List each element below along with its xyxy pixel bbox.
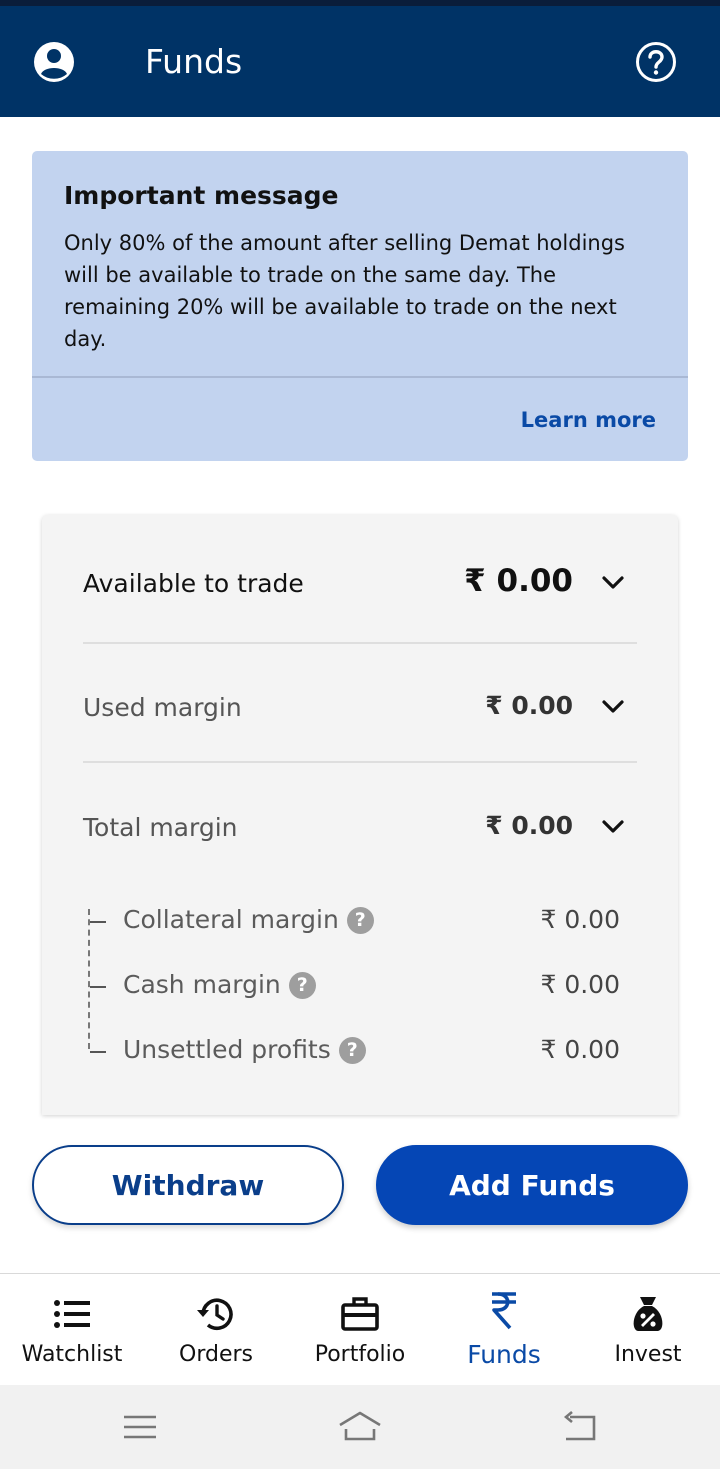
- available-to-trade-label: Available to trade: [83, 569, 304, 598]
- nav-label-invest: Invest: [576, 1342, 720, 1367]
- total-margin-row[interactable]: Total margin ₹ 0.00: [83, 809, 637, 849]
- learn-more-link[interactable]: Learn more: [521, 408, 656, 432]
- money-bag-icon: [626, 1292, 670, 1336]
- chevron-down-icon[interactable]: [601, 575, 625, 591]
- important-message-banner: Important message Only 80% of the amount…: [32, 151, 688, 461]
- nav-item-portfolio[interactable]: Portfolio: [288, 1274, 432, 1386]
- cash-margin-label: Cash margin: [123, 970, 281, 999]
- info-icon[interactable]: ?: [289, 972, 316, 999]
- recents-icon[interactable]: [120, 1409, 160, 1445]
- chevron-up-down-icon[interactable]: [601, 819, 625, 835]
- cash-margin-row: Cash margin? ₹ 0.00: [88, 968, 628, 1008]
- collateral-margin-label: Collateral margin: [123, 905, 339, 934]
- system-navigation-bar: [0, 1385, 720, 1469]
- nav-label-funds: Funds: [432, 1340, 576, 1369]
- nav-item-orders[interactable]: Orders: [144, 1274, 288, 1386]
- account-circle-icon[interactable]: [33, 41, 75, 83]
- banner-body: Only 80% of the amount after selling Dem…: [64, 227, 664, 355]
- cash-margin-value: ₹ 0.00: [540, 970, 620, 999]
- banner-divider: [32, 376, 688, 378]
- home-icon[interactable]: [336, 1409, 384, 1445]
- collateral-margin-row: Collateral margin? ₹ 0.00: [88, 903, 628, 943]
- page-title: Funds: [145, 42, 242, 81]
- row-divider: [83, 642, 637, 644]
- rupee-icon: [482, 1288, 526, 1332]
- used-margin-row[interactable]: Used margin ₹ 0.00: [83, 689, 637, 729]
- available-to-trade-value: ₹ 0.00: [464, 563, 573, 599]
- unsettled-profits-row: Unsettled profits? ₹ 0.00: [88, 1033, 628, 1073]
- app-bar: Funds: [0, 6, 720, 117]
- nav-item-watchlist[interactable]: Watchlist: [0, 1274, 144, 1386]
- bottom-navigation: Watchlist Orders Portfolio Funds Inv: [0, 1273, 720, 1385]
- nav-item-funds[interactable]: Funds: [432, 1274, 576, 1386]
- total-margin-label: Total margin: [83, 813, 238, 842]
- info-icon[interactable]: ?: [347, 907, 374, 934]
- list-icon: [50, 1292, 94, 1336]
- briefcase-icon: [338, 1292, 382, 1336]
- help-circle-icon[interactable]: [635, 41, 677, 83]
- row-divider: [83, 761, 637, 763]
- used-margin-label: Used margin: [83, 693, 242, 722]
- nav-label-orders: Orders: [144, 1342, 288, 1367]
- funds-summary-card: Available to trade ₹ 0.00 Used margin ₹ …: [42, 515, 678, 1115]
- available-to-trade-row[interactable]: Available to trade ₹ 0.00: [83, 565, 637, 605]
- chevron-down-icon[interactable]: [601, 699, 625, 715]
- add-funds-button[interactable]: Add Funds: [376, 1145, 688, 1225]
- collateral-margin-value: ₹ 0.00: [540, 905, 620, 934]
- info-icon[interactable]: ?: [339, 1037, 366, 1064]
- nav-label-watchlist: Watchlist: [0, 1342, 144, 1367]
- unsettled-profits-value: ₹ 0.00: [540, 1035, 620, 1064]
- nav-label-portfolio: Portfolio: [288, 1342, 432, 1367]
- history-icon: [194, 1292, 238, 1336]
- banner-title: Important message: [64, 181, 339, 210]
- total-margin-value: ₹ 0.00: [485, 811, 573, 840]
- withdraw-button[interactable]: Withdraw: [32, 1145, 344, 1225]
- back-icon[interactable]: [560, 1409, 600, 1445]
- nav-item-invest[interactable]: Invest: [576, 1274, 720, 1386]
- unsettled-profits-label: Unsettled profits: [123, 1035, 331, 1064]
- used-margin-value: ₹ 0.00: [485, 691, 573, 720]
